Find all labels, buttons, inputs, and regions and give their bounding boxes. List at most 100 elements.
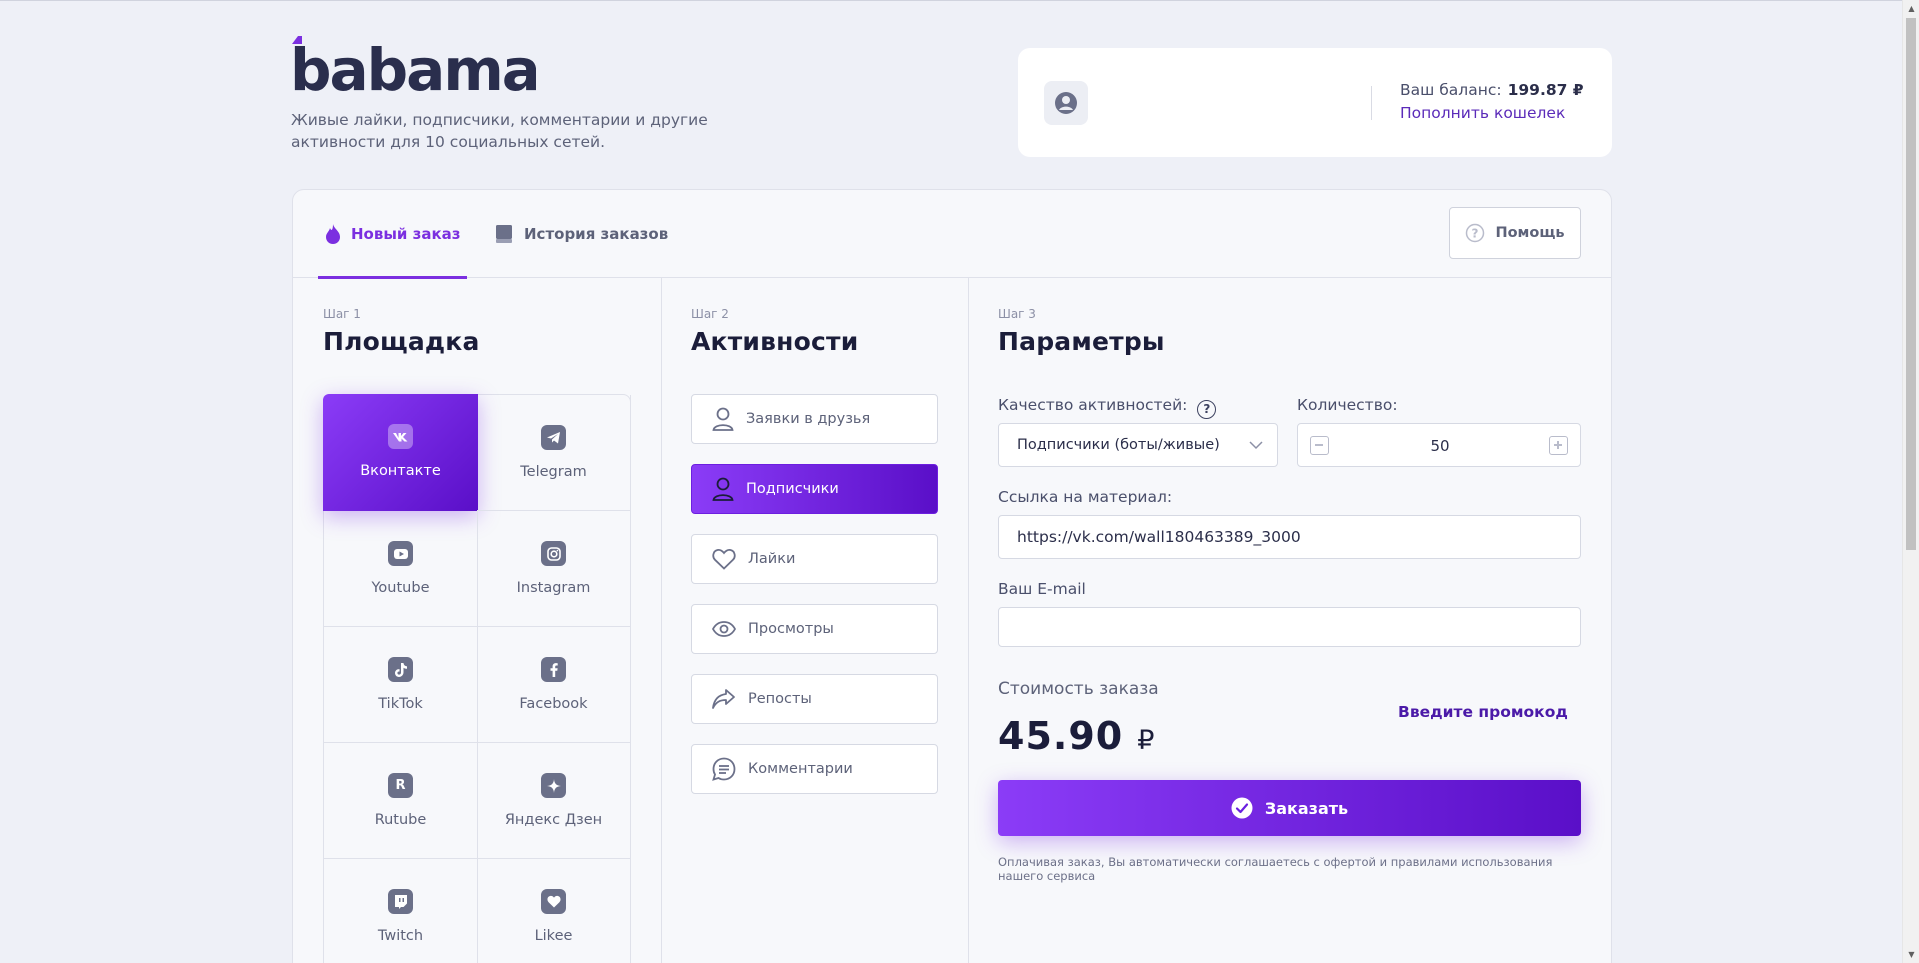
heart-icon	[712, 548, 736, 570]
activity-friend-requests[interactable]: Заявки в друзья	[691, 394, 938, 444]
email-input[interactable]	[998, 607, 1581, 647]
platform-twitch[interactable]: Twitch	[324, 859, 478, 963]
link-label: Ссылка на материал:	[998, 488, 1173, 506]
platform-label: Яндекс Дзен	[504, 812, 603, 828]
tab-new-order-label: Новый заказ	[351, 225, 461, 243]
vk-icon	[388, 424, 413, 449]
platform-label: Likee	[534, 928, 573, 944]
platform-vkontakte[interactable]: Вконтакте	[323, 394, 478, 511]
balance-card: Ваш баланс: 199.87 ₽ Пополнить кошелек	[1018, 48, 1612, 157]
quality-label: Качество активностей:?	[998, 396, 1217, 419]
flame-icon	[326, 224, 340, 244]
topup-wallet-link[interactable]: Пополнить кошелек	[1400, 104, 1565, 122]
user-icon	[712, 477, 734, 501]
activity-subscribers[interactable]: Подписчики	[691, 464, 938, 514]
activity-likes[interactable]: Лайки	[691, 534, 938, 584]
scrollbar-thumb[interactable]	[1906, 18, 1916, 550]
step1-label: Шаг 1	[323, 307, 361, 321]
platform-yandex-zen[interactable]: Яндекс Дзен	[477, 743, 631, 859]
order-button[interactable]: Заказать	[998, 780, 1581, 836]
quantity-input[interactable]	[1348, 432, 1532, 460]
promo-code-link[interactable]: Введите промокод	[1398, 703, 1568, 721]
chevron-down-icon	[1249, 441, 1263, 450]
platform-label: Twitch	[377, 928, 424, 944]
quality-help-icon[interactable]: ?	[1197, 399, 1217, 419]
book-icon	[496, 225, 512, 243]
email-label: Ваш E-mail	[998, 580, 1086, 598]
balance-label: Ваш баланс: 199.87 ₽	[1400, 81, 1584, 99]
platform-likee[interactable]: Likee	[477, 859, 631, 963]
share-icon	[712, 689, 735, 709]
youtube-icon	[388, 541, 413, 566]
user-icon	[712, 407, 734, 431]
activity-label: Подписчики	[746, 481, 839, 497]
quality-select-value: Подписчики (боты/живые)	[1017, 437, 1220, 453]
quality-select[interactable]: Подписчики (боты/живые)	[998, 423, 1278, 467]
help-button-label: Помощь	[1495, 225, 1565, 241]
twitch-icon	[388, 889, 413, 914]
user-avatar-icon	[1055, 92, 1077, 114]
logo-mark: babama	[290, 36, 536, 92]
order-button-label: Заказать	[1264, 798, 1349, 818]
rutube-icon: R	[388, 773, 413, 798]
cost-label: Стоимость заказа	[998, 679, 1159, 699]
platform-facebook[interactable]: Facebook	[477, 627, 631, 743]
facebook-icon	[541, 657, 566, 682]
step2-label: Шаг 2	[691, 307, 729, 321]
platform-label: Вконтакте	[360, 463, 441, 479]
platform-label: Youtube	[371, 580, 430, 596]
step1-title: Площадка	[323, 327, 480, 356]
tiktok-icon	[388, 657, 413, 682]
platform-label: Telegram	[520, 464, 587, 480]
activity-label: Заявки в друзья	[746, 411, 871, 427]
top-border	[0, 0, 1919, 1]
tabs-bar: Новый заказ История заказов ? Помощь	[293, 190, 1611, 279]
cost-currency: ₽	[1137, 725, 1156, 756]
step3-title: Параметры	[998, 327, 1165, 356]
scroll-down-icon[interactable]: ▼	[1903, 946, 1919, 963]
svg-text:?: ?	[1472, 227, 1479, 241]
platform-grid: Вконтакте Telegram Youtube Instagram Tik…	[323, 394, 631, 963]
scroll-up-icon[interactable]: ▲	[1903, 0, 1919, 17]
platform-label: Instagram	[516, 580, 591, 596]
column-divider	[661, 278, 662, 963]
platform-tiktok[interactable]: TikTok	[324, 627, 478, 743]
tagline: Живые лайки, подписчики, комментарии и д…	[291, 111, 708, 151]
activity-label: Репосты	[748, 691, 812, 707]
eye-icon	[712, 621, 736, 637]
logo[interactable]: babama	[290, 36, 536, 92]
decrement-button[interactable]	[1310, 436, 1329, 455]
logo-text: babama	[290, 36, 536, 92]
avatar[interactable]	[1044, 81, 1088, 125]
tab-order-history[interactable]: История заказов	[494, 190, 668, 278]
link-input[interactable]	[998, 515, 1581, 559]
page-scrollbar[interactable]: ▲ ▼	[1902, 0, 1919, 963]
platform-telegram[interactable]: Telegram	[477, 395, 631, 511]
telegram-icon	[541, 425, 566, 450]
terms-disclaimer: Оплачивая заказ, Вы автоматически соглаш…	[998, 855, 1553, 883]
zen-icon	[541, 773, 566, 798]
column-divider	[968, 278, 969, 963]
instagram-icon	[541, 541, 566, 566]
platform-youtube[interactable]: Youtube	[324, 511, 478, 627]
check-circle-icon	[1231, 797, 1253, 819]
likee-icon	[541, 889, 566, 914]
activity-comments[interactable]: Комментарии	[691, 744, 938, 794]
balance-value: 199.87 ₽	[1507, 81, 1584, 99]
tab-order-history-label: История заказов	[524, 225, 669, 243]
platform-label: TikTok	[378, 696, 423, 712]
activity-views[interactable]: Просмотры	[691, 604, 938, 654]
help-button[interactable]: ? Помощь	[1449, 207, 1581, 259]
activity-label: Комментарии	[748, 761, 853, 777]
activity-reposts[interactable]: Репосты	[691, 674, 938, 724]
step2-title: Активности	[691, 327, 859, 356]
platform-instagram[interactable]: Instagram	[477, 511, 631, 627]
cost-value: 45.90 ₽	[998, 714, 1156, 758]
platform-label: Rutube	[374, 812, 427, 828]
increment-button[interactable]	[1549, 436, 1568, 455]
platform-rutube[interactable]: R Rutube	[324, 743, 478, 859]
tab-new-order[interactable]: Новый заказ	[318, 190, 467, 279]
activity-label: Лайки	[748, 551, 796, 567]
activity-label: Просмотры	[748, 621, 834, 637]
comment-icon	[712, 757, 736, 781]
